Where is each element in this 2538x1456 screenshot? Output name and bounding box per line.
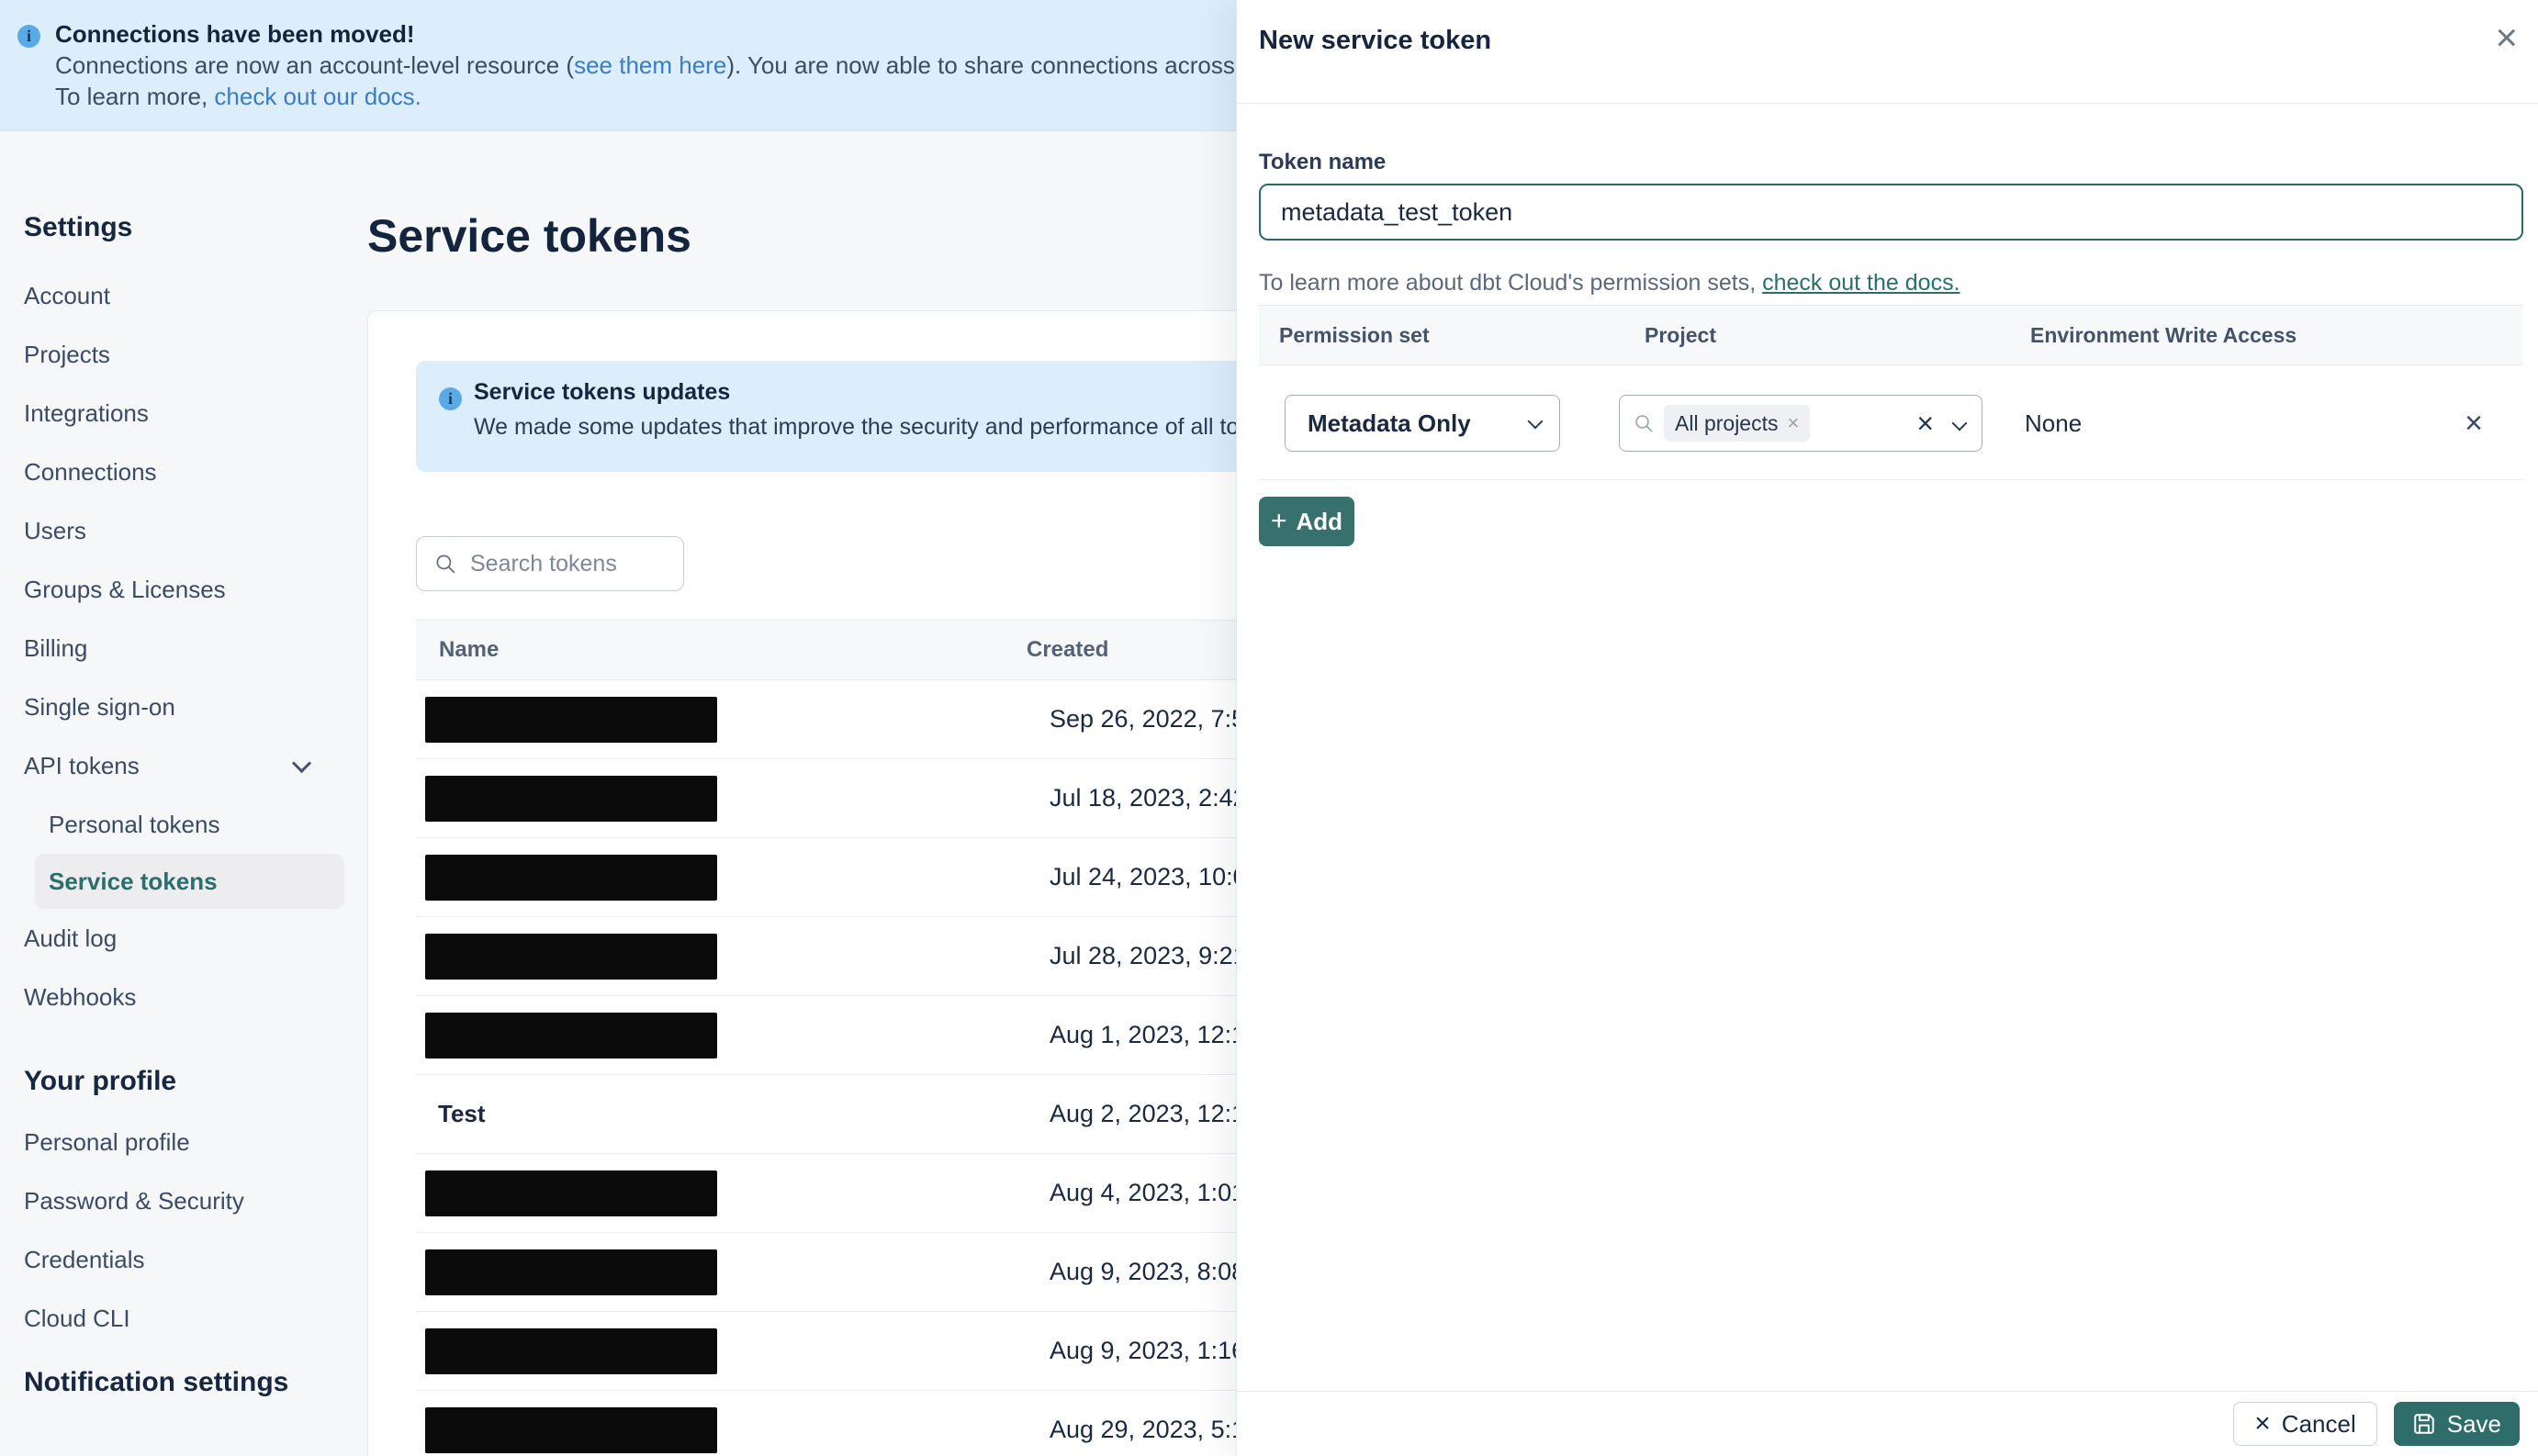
column-header-name: Name (439, 637, 500, 662)
sidebar-item-account[interactable]: Account (0, 266, 365, 325)
save-button[interactable]: Save (2393, 1402, 2520, 1446)
save-icon (2414, 1414, 2434, 1434)
permission-row: Metadata Only All projects × × None × (1259, 395, 2523, 452)
sidebar-item-password-security[interactable]: Password & Security (0, 1171, 365, 1230)
settings-sidebar: Settings Account Projects Integrations C… (0, 130, 365, 1456)
redacted-token-name (425, 854, 717, 901)
info-icon: i (439, 387, 462, 410)
column-header-permission-set: Permission set (1279, 322, 1430, 347)
permission-sets-caption: To learn more about dbt Cloud's permissi… (1259, 270, 1960, 296)
redacted-token-name (425, 696, 717, 743)
sidebar-item-api-tokens[interactable]: API tokens (0, 736, 365, 795)
page-title: Service tokens (367, 210, 691, 262)
see-them-here-link[interactable]: see them here (574, 51, 726, 79)
clear-selection-icon[interactable]: × (1916, 409, 1934, 438)
dbt-cloud-settings-page: i Connections have been moved! Connectio… (0, 0, 2538, 1456)
sidebar-item-single-sign-on[interactable]: Single sign-on (0, 678, 365, 736)
project-combobox[interactable]: All projects × × (1619, 395, 1982, 452)
token-name-input[interactable] (1259, 184, 2523, 241)
drawer-footer: × Cancel Save (1237, 1391, 2538, 1456)
redacted-token-name (425, 1327, 717, 1374)
sidebar-heading-your-profile: Your profile (24, 1066, 177, 1096)
sidebar-item-audit-log[interactable]: Audit log (0, 909, 365, 968)
search-icon (1635, 415, 1653, 432)
token-name: Test (438, 1100, 486, 1127)
redacted-token-name (425, 933, 717, 980)
permission-set-select[interactable]: Metadata Only (1285, 395, 1560, 452)
permissions-table-header: Permission set Project Environment Write… (1259, 305, 2523, 365)
check-out-the-docs-link[interactable]: check out the docs. (1762, 270, 1960, 296)
cancel-button[interactable]: × Cancel (2233, 1402, 2377, 1446)
sidebar-heading-settings: Settings (24, 212, 133, 242)
sidebar-item-credentials[interactable]: Credentials (0, 1230, 365, 1289)
redacted-token-name (425, 1249, 717, 1295)
remove-row-icon[interactable]: × (2465, 408, 2483, 439)
sidebar-item-personal-tokens[interactable]: Personal tokens (0, 795, 365, 854)
close-icon: × (2254, 1408, 2271, 1439)
redacted-token-name (425, 775, 717, 822)
row-divider (1259, 479, 2523, 480)
close-icon[interactable]: × (2495, 18, 2518, 57)
sidebar-item-billing[interactable]: Billing (0, 619, 365, 678)
drawer-header: New service token × (1237, 0, 2538, 104)
search-tokens-box (416, 536, 684, 591)
chip-remove-icon[interactable]: × (1787, 413, 1799, 433)
plus-icon: + (1270, 506, 1287, 536)
sidebar-item-connections[interactable]: Connections (0, 442, 365, 501)
notice-title: Service tokens updates (474, 379, 731, 405)
redacted-token-name (425, 1012, 717, 1058)
search-icon (436, 554, 455, 574)
column-header-project: Project (1645, 322, 1716, 347)
drawer-body: Token name To learn more about dbt Cloud… (1259, 103, 2523, 546)
chevron-down-icon (1527, 413, 1544, 429)
redacted-token-name (425, 1170, 717, 1216)
sidebar-item-groups-licenses[interactable]: Groups & Licenses (0, 560, 365, 619)
chevron-down-icon[interactable] (1951, 415, 1968, 431)
project-chip-all-projects: All projects × (1664, 405, 1811, 442)
sidebar-item-service-tokens-selected[interactable]: Service tokens (35, 854, 344, 909)
search-tokens-input[interactable] (468, 549, 656, 578)
token-name-label: Token name (1259, 150, 1387, 174)
info-icon: i (17, 25, 40, 48)
column-header-created: Created (1027, 637, 1109, 662)
sidebar-item-webhooks[interactable]: Webhooks (0, 968, 365, 1026)
new-service-token-drawer: New service token × Token name To learn … (1236, 0, 2538, 1456)
sidebar-item-projects[interactable]: Projects (0, 325, 365, 384)
chevron-down-icon (291, 753, 312, 773)
sidebar-heading-notification-settings: Notification settings (24, 1367, 289, 1397)
sidebar-item-integrations[interactable]: Integrations (0, 384, 365, 442)
environment-write-access-value: None (2025, 409, 2083, 437)
drawer-title: New service token (1259, 26, 1492, 55)
redacted-token-name (425, 1406, 717, 1453)
sidebar-item-cloud-cli[interactable]: Cloud CLI (0, 1289, 365, 1348)
column-header-environment-write-access: Environment Write Access (2030, 322, 2297, 347)
sidebar-item-users[interactable]: Users (0, 501, 365, 560)
check-out-our-docs-link[interactable]: check out our docs. (214, 83, 421, 110)
add-permission-button[interactable]: + Add (1259, 497, 1354, 546)
sidebar-item-personal-profile[interactable]: Personal profile (0, 1113, 365, 1171)
